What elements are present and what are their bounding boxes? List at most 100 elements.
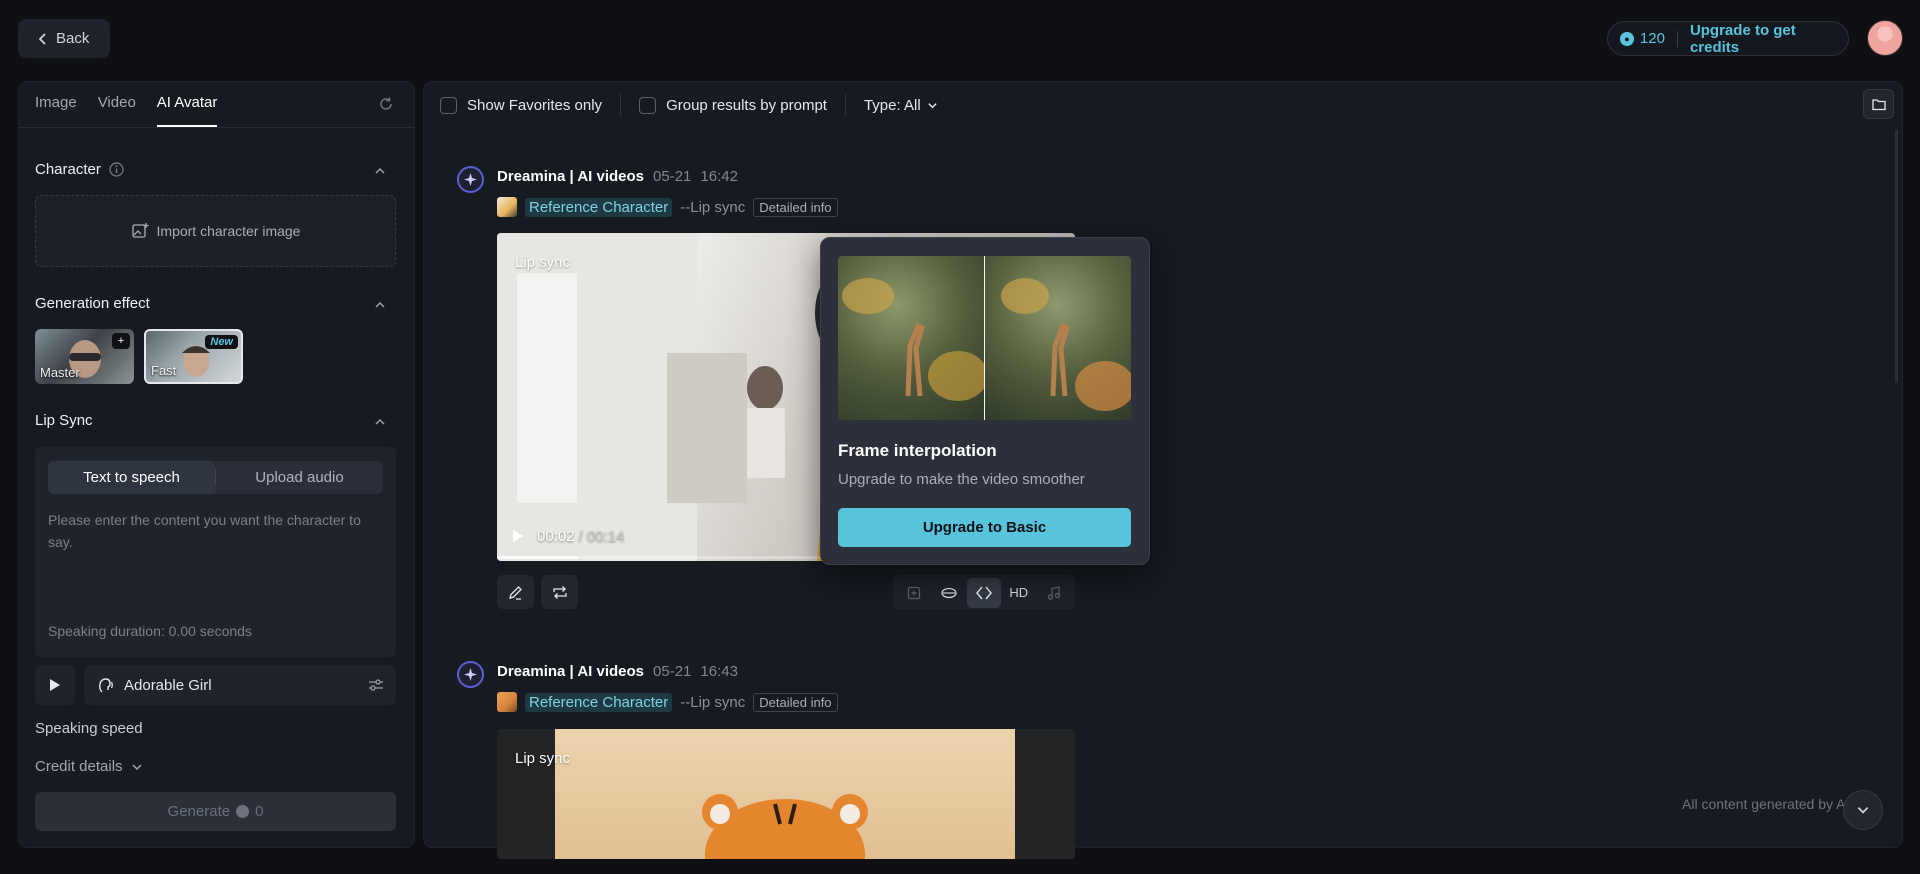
generation-date: 05-21: [653, 168, 692, 185]
reference-character-tag[interactable]: Reference Character: [525, 692, 673, 712]
reference-thumbnail: [497, 692, 517, 712]
generate-button[interactable]: Generate 0: [35, 792, 396, 831]
tab-video[interactable]: Video: [98, 94, 136, 127]
effect-option-fast[interactable]: New Fast: [144, 329, 243, 384]
edit-button[interactable]: [497, 575, 534, 609]
video-tool-group: HD: [893, 575, 1075, 610]
preview-before: [838, 256, 984, 420]
avatar[interactable]: [1867, 20, 1903, 56]
popover-title: Frame interpolation: [838, 441, 997, 460]
chevron-down-icon: [927, 102, 937, 108]
show-favorites-checkbox[interactable]: [440, 96, 457, 114]
add-audio-button[interactable]: [1037, 578, 1071, 608]
credits-count: 120: [1639, 30, 1665, 47]
generation-effect-title: Generation effect: [35, 295, 150, 312]
chevron-up-icon[interactable]: [374, 299, 386, 311]
character-section-title: Character: [35, 161, 124, 178]
frame-interpolation-popover: Frame interpolation Upgrade to make the …: [820, 237, 1150, 565]
generation-mode: --Lip sync: [680, 693, 746, 711]
video-label: Lip sync: [515, 254, 571, 271]
folder-button[interactable]: [1863, 89, 1894, 119]
interpolation-preview-image: [838, 256, 1131, 420]
pill-divider: [1676, 30, 1678, 47]
video-frame: [555, 729, 1015, 859]
voice-select[interactable]: Adorable Girl: [84, 665, 396, 705]
filter-bar: Show Favorites only Group results by pro…: [440, 94, 938, 116]
lip-sync-mode-switch: Text to speech Upload audio: [48, 461, 383, 494]
reference-row: Reference Character --Lip sync Detailed …: [497, 692, 838, 712]
import-character-button[interactable]: Import character image: [35, 195, 396, 267]
reference-character-tag[interactable]: Reference Character: [525, 197, 673, 217]
extend-video-button[interactable]: [897, 578, 931, 608]
play-icon[interactable]: [512, 529, 524, 543]
text-to-speech-tab[interactable]: Text to speech: [48, 461, 215, 494]
upgrade-credits-link[interactable]: Upgrade to get credits: [1690, 22, 1848, 56]
type-filter-label: Type: All: [863, 96, 921, 114]
effect-label-fast: Fast: [151, 363, 177, 378]
tab-image[interactable]: Image: [35, 94, 77, 127]
play-icon: [50, 679, 60, 691]
image-add-icon: [131, 223, 149, 238]
back-button[interactable]: Back: [18, 19, 110, 58]
regenerate-button[interactable]: [541, 575, 578, 609]
refresh-icon[interactable]: [377, 95, 395, 113]
chevron-up-icon[interactable]: [374, 416, 386, 428]
info-icon[interactable]: [109, 162, 124, 177]
credits-pill: ● 120 Upgrade to get credits: [1607, 21, 1849, 56]
chevron-down-icon: [1857, 807, 1869, 814]
generator-name: Dreamina | AI videos: [497, 663, 645, 680]
lip-sync-title: Lip Sync: [35, 412, 93, 429]
filter-divider: [844, 94, 846, 116]
credit-coin-icon: [236, 805, 250, 818]
music-note-icon: [1047, 585, 1060, 600]
chevron-up-icon[interactable]: [374, 165, 386, 177]
interpolation-icon: [976, 586, 992, 599]
chevron-left-icon: [38, 32, 46, 45]
lips-icon: [941, 587, 957, 598]
upload-audio-tab[interactable]: Upload audio: [216, 461, 383, 494]
generation-time: 16:43: [700, 663, 738, 680]
popover-subtitle: Upgrade to make the video smoother: [838, 471, 1085, 488]
extend-icon: [908, 586, 921, 599]
reference-row: Reference Character --Lip sync Detailed …: [497, 197, 838, 217]
credit-coin-icon: ●: [1620, 31, 1634, 46]
preview-voice-button[interactable]: [35, 665, 75, 705]
ai-content-notice: All content generated by A: [1682, 796, 1846, 812]
speaking-speed-title: Speaking speed: [35, 720, 143, 737]
voice-icon: [99, 678, 113, 693]
group-results-label[interactable]: Group results by prompt: [666, 97, 827, 114]
video-player[interactable]: Lip sync: [497, 729, 1075, 859]
show-favorites-label[interactable]: Show Favorites only: [467, 97, 602, 114]
generator-name: Dreamina | AI videos: [497, 168, 645, 185]
effect-option-master[interactable]: + Master: [35, 329, 134, 384]
voice-name: Adorable Girl: [124, 676, 212, 694]
reference-thumbnail: [497, 197, 517, 217]
preview-after: [985, 256, 1131, 420]
frame-interpolation-button[interactable]: [966, 577, 1001, 608]
group-results-checkbox[interactable]: [639, 96, 657, 114]
speech-text-input[interactable]: Please enter the content you want the ch…: [48, 509, 383, 553]
video-label: Lip sync: [515, 750, 571, 767]
video-progress-fill: [497, 556, 578, 559]
generation-date: 05-21: [653, 663, 692, 680]
chevron-down-icon: [132, 763, 142, 770]
upgrade-to-basic-button[interactable]: Upgrade to Basic: [838, 508, 1131, 547]
tab-ai-avatar[interactable]: AI Avatar: [156, 94, 218, 127]
credit-details-label: Credit details: [35, 758, 123, 775]
hd-upscale-button[interactable]: HD: [1002, 578, 1036, 608]
character-title: Character: [35, 161, 101, 178]
scrollbar[interactable]: [1895, 130, 1898, 383]
mode-tabs: Image Video AI Avatar: [35, 94, 218, 127]
effect-label-master: Master: [40, 365, 80, 380]
sliders-icon[interactable]: [368, 677, 384, 693]
new-badge: New: [205, 335, 238, 349]
lip-sync-tool-button[interactable]: [932, 578, 966, 608]
generation-header: Dreamina | AI videos 05-21 16:42: [497, 168, 738, 185]
detailed-info-button[interactable]: Detailed info: [753, 197, 838, 217]
generation-time: 16:42: [700, 168, 738, 185]
detailed-info-button[interactable]: Detailed info: [753, 692, 838, 712]
pencil-icon: [509, 585, 522, 600]
credit-details-toggle[interactable]: Credit details: [35, 758, 143, 775]
type-filter-dropdown[interactable]: Type: All: [864, 97, 938, 114]
scroll-down-button[interactable]: [1843, 790, 1883, 830]
